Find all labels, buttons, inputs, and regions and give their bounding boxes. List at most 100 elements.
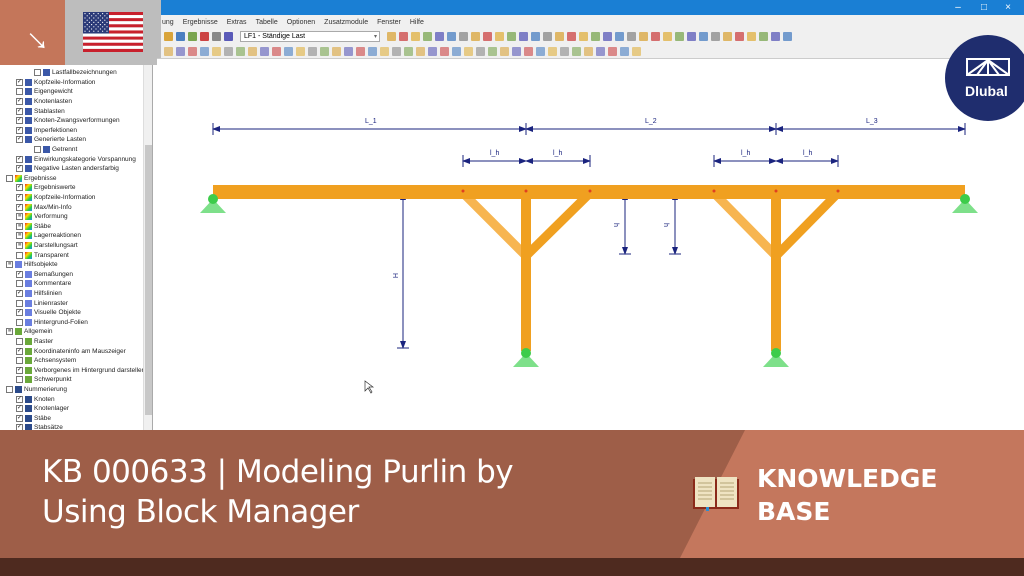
- tree-item[interactable]: Linienraster: [16, 298, 68, 308]
- tree-item[interactable]: Schwerpunkt: [16, 375, 72, 385]
- minimize-button[interactable]: –: [946, 0, 970, 15]
- toolbar-button-icon[interactable]: [500, 47, 509, 56]
- tree-item[interactable]: ✓ Knoten: [16, 394, 55, 404]
- toolbar-button-icon[interactable]: [200, 47, 209, 56]
- toolbar-button-icon[interactable]: [507, 32, 516, 41]
- toolbar-button-icon[interactable]: [627, 32, 636, 41]
- toolbar-button-icon[interactable]: [584, 47, 593, 56]
- tree-item[interactable]: ✓ Knotenlager: [16, 404, 69, 414]
- menu-ergebnisse[interactable]: Ergebnisse: [183, 19, 218, 26]
- toolbar-button-icon[interactable]: [164, 32, 173, 41]
- toolbar-button-icon[interactable]: [236, 47, 245, 56]
- toolbar-button-icon[interactable]: [639, 32, 648, 41]
- checkbox[interactable]: ✓: [16, 126, 23, 134]
- scrollbar-thumb[interactable]: [145, 145, 152, 415]
- toolbar-button-icon[interactable]: [392, 47, 401, 56]
- toolbar-button-icon[interactable]: [579, 32, 588, 41]
- toolbar-button-icon[interactable]: [200, 32, 209, 41]
- toolbar-button-icon[interactable]: [555, 32, 564, 41]
- tree-item[interactable]: Lastfallbezeichnungen: [34, 68, 117, 78]
- menu-zusatzmodule[interactable]: Zusatzmodule: [324, 19, 368, 26]
- toolbar-button-icon[interactable]: [435, 32, 444, 41]
- tree-item[interactable]: ✓ Imperfektionen: [16, 126, 77, 136]
- checkbox[interactable]: ✓: [16, 270, 23, 278]
- toolbar-button-icon[interactable]: [404, 47, 413, 56]
- menu-tabelle[interactable]: Tabelle: [256, 19, 278, 26]
- toolbar-button-icon[interactable]: [296, 47, 305, 56]
- toolbar-button-icon[interactable]: [188, 32, 197, 41]
- checkbox[interactable]: ✓: [16, 414, 23, 422]
- toolbar-button-icon[interactable]: [759, 32, 768, 41]
- toolbar-button-icon[interactable]: [260, 47, 269, 56]
- tree-item[interactable]: ✓ Max/Min-Info: [16, 202, 72, 212]
- language-selector[interactable]: [65, 0, 161, 65]
- toolbar-button-icon[interactable]: [620, 47, 629, 56]
- load-case-select[interactable]: LF1 - Ständige Last ▾: [240, 31, 380, 42]
- toolbar-button-icon[interactable]: [176, 47, 185, 56]
- toolbar-button-icon[interactable]: [212, 47, 221, 56]
- tree-item[interactable]: ■ Verformung: [16, 212, 68, 222]
- checkbox[interactable]: ✓: [16, 405, 23, 413]
- toolbar-button-icon[interactable]: [512, 47, 521, 56]
- tree-item[interactable]: ✓ Stablasten: [16, 106, 65, 116]
- toolbar-button-icon[interactable]: [272, 47, 281, 56]
- toolbar-button-icon[interactable]: [476, 47, 485, 56]
- checkbox[interactable]: ■: [6, 261, 13, 269]
- toolbar-button-icon[interactable]: [567, 32, 576, 41]
- checkbox[interactable]: [6, 386, 13, 394]
- tree-item[interactable]: ✓ Stabsätze: [16, 423, 63, 430]
- toolbar-button-icon[interactable]: [488, 47, 497, 56]
- tree-item[interactable]: ✓ Kopfzeile-Information: [16, 78, 95, 88]
- toolbar-button-icon[interactable]: [531, 32, 540, 41]
- checkbox[interactable]: ✓: [16, 366, 23, 374]
- checkbox[interactable]: [16, 318, 23, 326]
- toolbar-button-icon[interactable]: [519, 32, 528, 41]
- toolbar-button-icon[interactable]: [747, 32, 756, 41]
- toolbar-button-icon[interactable]: [212, 32, 221, 41]
- toolbar-button-icon[interactable]: [596, 47, 605, 56]
- tree-item[interactable]: ✓ Einwirkungskategorie Vorspannung: [16, 154, 136, 164]
- toolbar-button-icon[interactable]: [464, 47, 473, 56]
- toolbar-button-icon[interactable]: [440, 47, 449, 56]
- toolbar-button-icon[interactable]: [320, 47, 329, 56]
- toolbar-button-icon[interactable]: [543, 32, 552, 41]
- toolbar-button-icon[interactable]: [603, 32, 612, 41]
- toolbar-button-icon[interactable]: [416, 47, 425, 56]
- checkbox[interactable]: [16, 299, 23, 307]
- toolbar-button-icon[interactable]: [164, 47, 173, 56]
- checkbox[interactable]: ■: [6, 328, 13, 336]
- toolbar-button-icon[interactable]: [675, 32, 684, 41]
- toolbar-button-icon[interactable]: [524, 47, 533, 56]
- tree-item[interactable]: Ergebnisse: [6, 174, 57, 184]
- tree-item[interactable]: ✓ Visuelle Objekte: [16, 308, 81, 318]
- menu-hilfe[interactable]: Hilfe: [410, 19, 424, 26]
- tree-item[interactable]: ✓ Bemaßungen: [16, 270, 73, 280]
- checkbox[interactable]: ✓: [16, 290, 23, 298]
- toolbar-button-icon[interactable]: [723, 32, 732, 41]
- tree-item[interactable]: Eigengewicht: [16, 87, 73, 97]
- toolbar-button-icon[interactable]: [591, 32, 600, 41]
- toolbar-button-icon[interactable]: [332, 47, 341, 56]
- toolbar-button-icon[interactable]: [735, 32, 744, 41]
- tree-item[interactable]: ✓ Ergebniswerte: [16, 183, 76, 193]
- toolbar-button-icon[interactable]: [687, 32, 696, 41]
- checkbox[interactable]: ✓: [16, 165, 23, 173]
- tree-item[interactable]: ✓ Hilfslinien: [16, 289, 62, 299]
- checkbox[interactable]: ✓: [16, 347, 23, 355]
- toolbar-button-icon[interactable]: [651, 32, 660, 41]
- menu-item[interactable]: ung: [162, 19, 174, 26]
- checkbox[interactable]: ✓: [16, 98, 23, 106]
- toolbar-button-icon[interactable]: [188, 47, 197, 56]
- toolbar-button-icon[interactable]: [344, 47, 353, 56]
- tree-item[interactable]: ✓ Generierte Lasten: [16, 135, 86, 145]
- checkbox[interactable]: ✓: [16, 78, 23, 86]
- checkbox[interactable]: ■: [16, 232, 23, 240]
- toolbar-button-icon[interactable]: [447, 32, 456, 41]
- checkbox[interactable]: [34, 146, 41, 154]
- toolbar-button-icon[interactable]: [452, 47, 461, 56]
- toolbar-button-icon[interactable]: [471, 32, 480, 41]
- checkbox[interactable]: [16, 88, 23, 96]
- tree-item[interactable]: ✓ Verborgenes im Hintergrund darstellen: [16, 366, 145, 376]
- tree-item[interactable]: Hintergrund-Folien: [16, 318, 88, 328]
- tree-item[interactable]: ■ Darstellungsart: [16, 241, 78, 251]
